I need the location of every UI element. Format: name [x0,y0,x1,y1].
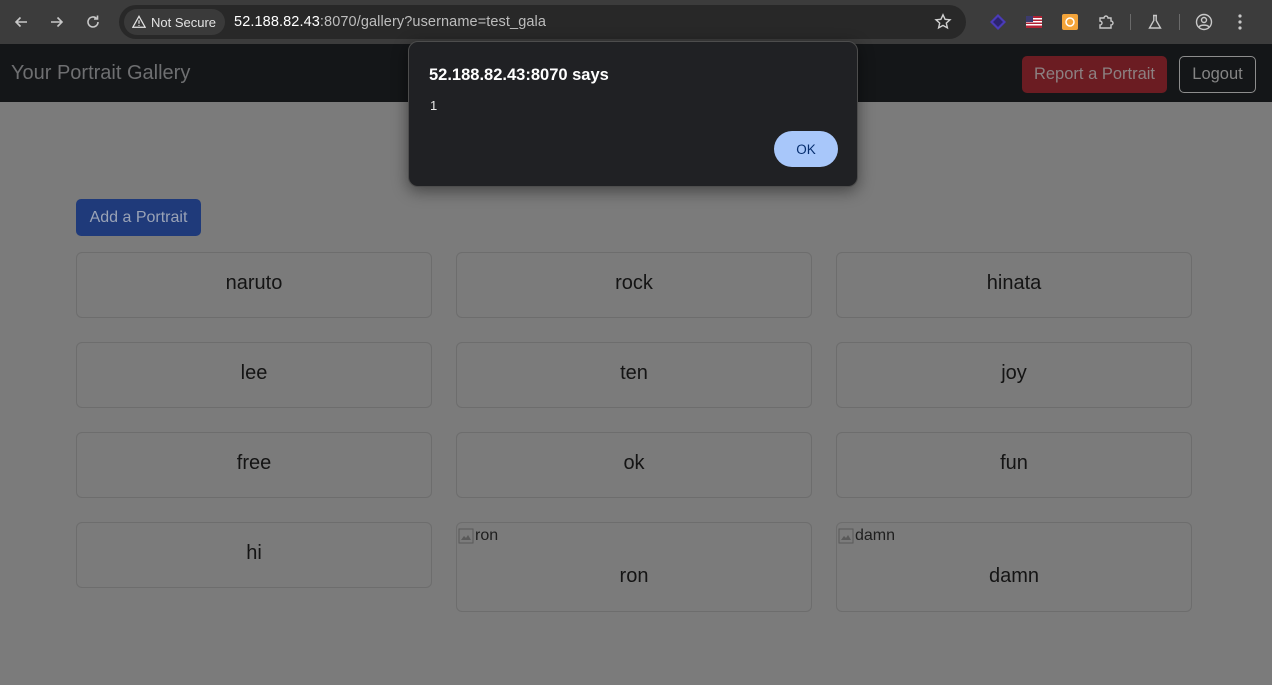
report-portrait-button[interactable]: Report a Portrait [1022,56,1167,93]
profile-button[interactable] [1186,8,1222,36]
back-icon [14,16,27,28]
add-portrait-button[interactable]: Add a Portrait [76,199,201,236]
security-chip[interactable]: Not Secure [124,9,226,35]
portrait-title: fun [1000,452,1028,474]
portrait-card[interactable]: damn damn [836,522,1192,612]
logout-button[interactable]: Logout [1179,56,1256,93]
address-bar[interactable]: Not Secure 52.188.82.43:8070/gallery?use… [119,5,966,39]
dialog-title: 52.188.82.43:8070 says [429,66,609,84]
portrait-image: ron [458,527,499,544]
orange-extension-button[interactable] [1052,8,1088,36]
reload-icon [87,15,99,28]
alert-dialog: 52.188.82.43:8070 says 1 OK [408,41,858,187]
browser-menu-button[interactable] [1222,8,1258,36]
portrait-card[interactable]: ten [456,342,812,408]
ok-button[interactable]: OK [774,131,838,167]
warning-icon [132,15,146,28]
shield-extension-icon [1062,14,1078,30]
browser-toolbar: Not Secure 52.188.82.43:8070/gallery?use… [0,0,1272,44]
portrait-card[interactable]: free [76,432,432,498]
url-text[interactable]: 52.188.82.43:8070/gallery?username=test_… [234,14,546,30]
portrait-card[interactable]: ok [456,432,812,498]
portrait-title: ron [619,565,649,587]
url-host: 52.188.82.43 [234,14,320,30]
portrait-title: rock [615,272,653,294]
portrait-card[interactable]: joy [836,342,1192,408]
image-alt-text: damn [855,527,896,544]
menu-icon [1238,14,1242,30]
flag-icon [1026,16,1042,28]
broken-image-icon [458,528,474,544]
extensions-area [980,8,1258,36]
reload-button[interactable] [75,4,111,40]
forward-button[interactable] [39,4,75,40]
puzzle-icon [1099,15,1114,29]
portrait-title: free [236,452,272,474]
portrait-card[interactable]: hinata [836,252,1192,318]
portrait-title: hi [246,542,262,564]
labs-button[interactable] [1137,8,1173,36]
portrait-image: damn [838,527,896,544]
portrait-title: damn [988,565,1040,587]
flag-extension-button[interactable] [1016,8,1052,36]
url-path: :8070/gallery?username=test_gala [319,14,547,30]
back-button[interactable] [3,4,39,40]
star-icon[interactable] [934,13,952,31]
portrait-card[interactable]: rock [456,252,812,318]
portrait-card[interactable]: naruto [76,252,432,318]
portrait-title: joy [1001,362,1027,384]
portrait-card[interactable]: hi [76,522,432,588]
portrait-card[interactable]: fun [836,432,1192,498]
security-label: Not Secure [151,14,217,30]
extensions-menu-button[interactable] [1088,8,1124,36]
extension-button[interactable] [980,8,1016,36]
portrait-card[interactable]: ron ron [456,522,812,612]
dialog-message: 1 [430,98,438,113]
portrait-title: ten [620,362,648,384]
image-alt-text: ron [475,527,499,544]
toolbar-separator [1179,14,1180,30]
navbar-brand[interactable]: Your Portrait Gallery [11,62,190,85]
extension-icon [990,14,1006,30]
broken-image-icon [838,528,854,544]
forward-icon [51,16,64,28]
lab-icon [1148,14,1162,29]
portrait-title: hinata [986,272,1042,294]
portrait-title: lee [240,362,268,384]
profile-icon [1195,13,1213,31]
portrait-title: ok [623,452,645,474]
portrait-title: naruto [225,272,283,294]
toolbar-separator [1130,14,1131,30]
portrait-card[interactable]: lee [76,342,432,408]
